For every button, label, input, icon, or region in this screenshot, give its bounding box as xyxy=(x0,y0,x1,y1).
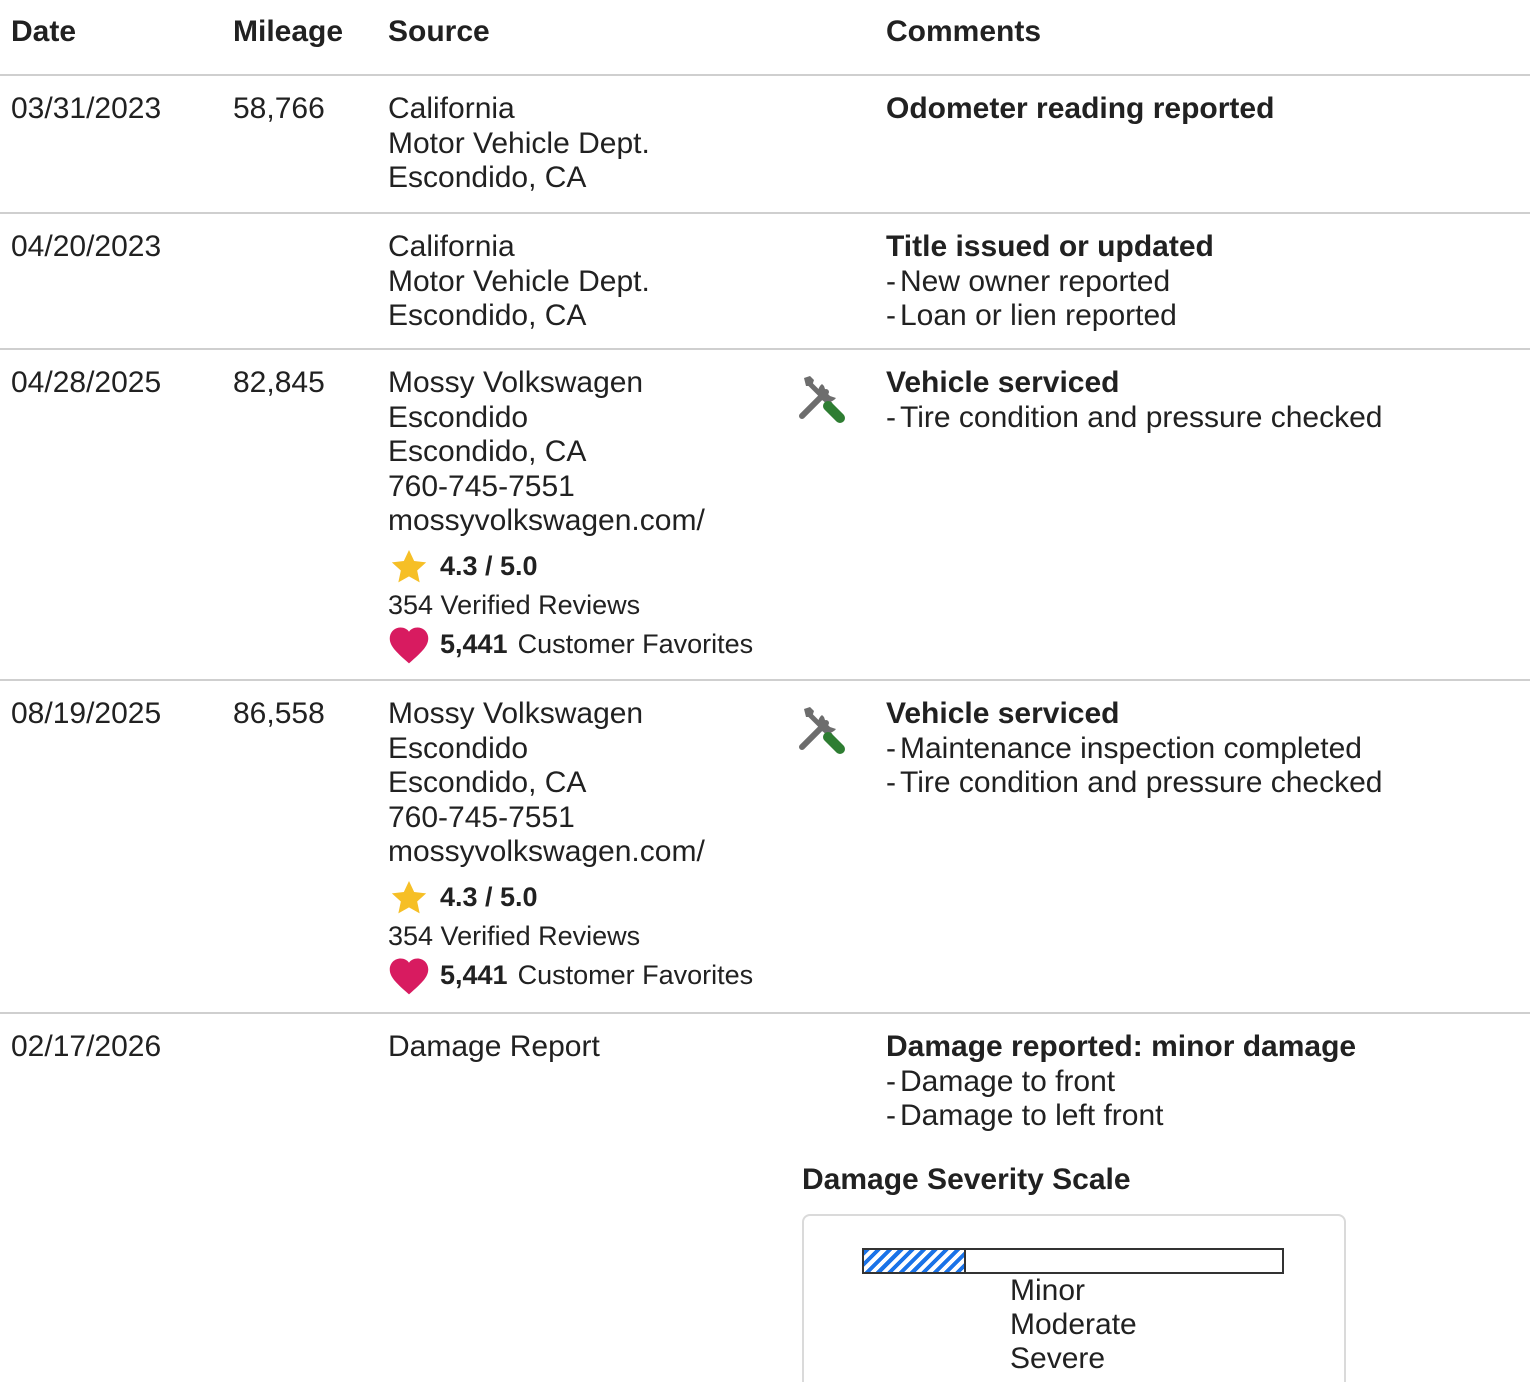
row-comments: Vehicle serviced - Maintenance inspection… xyxy=(886,697,1383,801)
row-date: 02/17/2026 xyxy=(11,1030,162,1063)
source-line: Motor Vehicle Dept. xyxy=(388,264,650,298)
header-source: Source xyxy=(388,15,490,48)
source-line: California xyxy=(388,230,515,263)
row-source: Mossy Volkswagen Escondido Escondido, CA… xyxy=(388,366,753,665)
dealer-phone[interactable]: 760-745-7551 xyxy=(388,470,753,505)
comment-bullet: - Damage to left front xyxy=(886,1099,1356,1134)
severity-level-minor: Minor xyxy=(1010,1274,1086,1307)
row-source: California Motor Vehicle Dept. Escondido… xyxy=(388,92,650,196)
row-mileage: 86,558 xyxy=(233,697,325,730)
severity-bar-fill xyxy=(864,1250,967,1272)
star-icon xyxy=(391,880,427,913)
row-comments: Vehicle serviced - Tire condition and pre… xyxy=(886,366,1383,435)
row-date: 03/31/2023 xyxy=(11,92,162,125)
header-date: Date xyxy=(11,15,77,48)
comment-bullet: - Maintenance inspection completed xyxy=(886,732,1383,767)
rating-value: 4.3 / 5.0 xyxy=(440,882,538,913)
dealer-phone[interactable]: 760-745-7551 xyxy=(388,801,753,836)
dealer-website-link[interactable]: mossyvolkswagen.com/ xyxy=(388,835,753,870)
bullet-text: Damage to left front xyxy=(900,1099,1164,1132)
table-row: 04/20/2023 California Motor Vehicle Dept… xyxy=(0,214,1530,350)
favorites-count: 5,441 xyxy=(440,629,508,660)
severity-levels: Minor Moderate Severe xyxy=(1010,1274,1137,1376)
verified-reviews-link[interactable]: 354 Verified Reviews xyxy=(388,918,753,954)
row-mileage: 58,766 xyxy=(233,92,325,125)
source-line: Mossy Volkswagen xyxy=(388,697,644,730)
source-line: California xyxy=(388,92,515,125)
favorites-count: 5,441 xyxy=(440,960,508,991)
favorites-label: Customer Favorites xyxy=(517,960,754,991)
source-line: Escondido, CA xyxy=(388,161,587,194)
dealer-rating: 4.3 / 5.0 xyxy=(388,549,753,585)
row-source: Mossy Volkswagen Escondido Escondido, CA… xyxy=(388,697,753,996)
comment-title: Vehicle serviced xyxy=(886,697,1120,730)
row-comments: Odometer reading reported xyxy=(886,92,1274,127)
bullet-text: Damage to front xyxy=(900,1064,1116,1098)
bullet-dash: - xyxy=(886,1099,896,1132)
service-tools-icon xyxy=(796,701,852,757)
bullet-text: New owner reported xyxy=(900,264,1171,298)
dealer-website-link[interactable]: mossyvolkswagen.com/ xyxy=(388,504,753,539)
bullet-text: Loan or lien reported xyxy=(900,299,1177,332)
row-source: California Motor Vehicle Dept. Escondido… xyxy=(388,230,650,334)
comment-title: Damage reported: minor damage xyxy=(886,1030,1357,1063)
source-line: Escondido, CA xyxy=(388,435,587,468)
favorites-label: Customer Favorites xyxy=(517,629,754,660)
table-row: 03/31/2023 58,766 California Motor Vehic… xyxy=(0,76,1530,214)
comment-title: Title issued or updated xyxy=(886,230,1214,263)
customer-favorites: 5,441 Customer Favorites xyxy=(388,625,753,665)
severity-level-severe: Severe xyxy=(1010,1342,1106,1375)
verified-reviews-link[interactable]: 354 Verified Reviews xyxy=(388,587,753,623)
bullet-dash: - xyxy=(886,1064,896,1098)
comment-bullet: - Loan or lien reported xyxy=(886,299,1214,334)
service-tools-icon xyxy=(796,370,852,426)
comment-bullet: - Tire condition and pressure checked xyxy=(886,766,1383,801)
source-line: Escondido, CA xyxy=(388,766,587,799)
damage-severity-scale: Minor Moderate Severe xyxy=(802,1214,1346,1382)
customer-favorites: 5,441 Customer Favorites xyxy=(388,956,753,996)
row-date: 04/20/2023 xyxy=(11,230,162,263)
row-comments: Damage reported: minor damage - Damage to… xyxy=(886,1030,1356,1134)
damage-severity-title: Damage Severity Scale xyxy=(802,1163,1131,1196)
table-row: 08/19/2025 86,558 Mossy Volkswagen Escon… xyxy=(0,681,1530,1014)
source-line: Escondido, CA xyxy=(388,299,587,332)
severity-bar xyxy=(862,1248,1284,1274)
dealer-rating: 4.3 / 5.0 xyxy=(388,880,753,916)
source-line: Motor Vehicle Dept. xyxy=(388,126,650,160)
row-comments: Title issued or updated - New owner repor… xyxy=(886,230,1214,334)
comment-bullet: - New owner reported xyxy=(886,265,1214,300)
bullet-text: Tire condition and pressure checked xyxy=(900,766,1383,799)
bullet-dash: - xyxy=(886,264,896,298)
bullet-text: Maintenance inspection completed xyxy=(900,731,1362,765)
row-date: 08/19/2025 xyxy=(11,697,162,730)
row-source: Damage Report xyxy=(388,1030,600,1065)
comment-bullet: - Damage to front xyxy=(886,1065,1356,1100)
rating-value: 4.3 / 5.0 xyxy=(440,551,538,582)
table-row: 04/28/2025 82,845 Mossy Volkswagen Escon… xyxy=(0,350,1530,681)
bullet-dash: - xyxy=(886,766,896,799)
row-mileage: 82,845 xyxy=(233,366,325,399)
heart-icon xyxy=(389,958,429,994)
row-date: 04/28/2025 xyxy=(11,366,162,399)
bullet-text: Tire condition and pressure checked xyxy=(900,400,1383,434)
heart-icon xyxy=(389,627,429,663)
star-icon xyxy=(391,549,427,582)
severity-level-moderate: Moderate xyxy=(1010,1308,1137,1341)
vehicle-history-table: Date Mileage Source Comments 03/31/2023 … xyxy=(0,0,1530,1382)
source-line: Damage Report xyxy=(388,1030,600,1063)
bullet-dash: - xyxy=(886,400,896,434)
table-header: Date Mileage Source Comments xyxy=(0,0,1530,76)
bullet-dash: - xyxy=(886,299,896,332)
source-line: Escondido xyxy=(388,400,529,434)
source-line: Escondido xyxy=(388,731,529,765)
comment-bullet: - Tire condition and pressure checked xyxy=(886,401,1383,436)
header-mileage: Mileage xyxy=(233,15,344,48)
source-line: Mossy Volkswagen xyxy=(388,366,644,399)
bullet-dash: - xyxy=(886,731,896,765)
comment-title: Odometer reading reported xyxy=(886,92,1275,125)
comment-title: Vehicle serviced xyxy=(886,366,1120,399)
header-comments: Comments xyxy=(886,15,1042,48)
